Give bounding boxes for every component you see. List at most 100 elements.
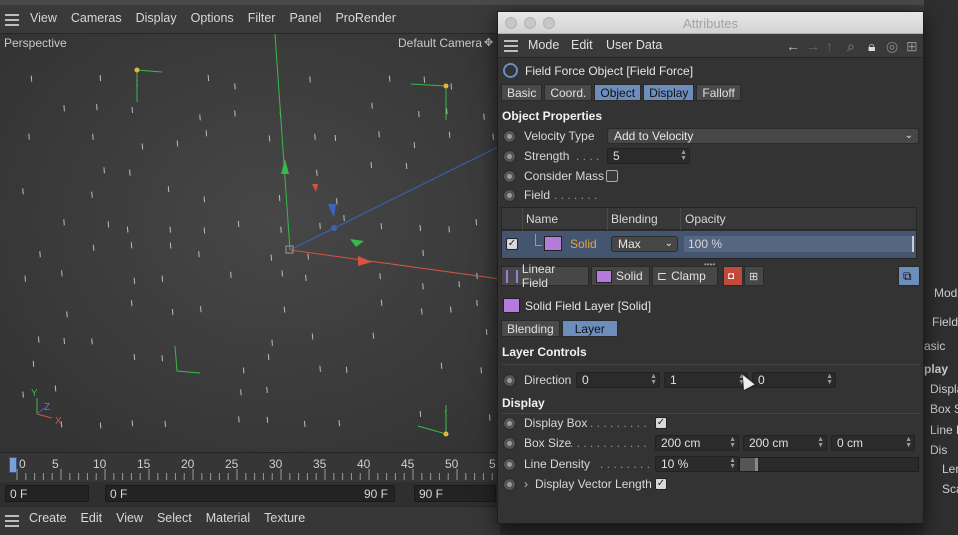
add-folder-button[interactable]: ⊞ xyxy=(744,266,764,286)
range-end-value: 90 F xyxy=(363,487,388,501)
field-enable-checkbox[interactable]: ✓ xyxy=(506,238,518,250)
animate-radio-icon[interactable] xyxy=(503,130,516,143)
direction-y-input[interactable]: 1 ▲ ▼ xyxy=(664,372,748,388)
linear-field-icon xyxy=(506,269,518,283)
menu-view[interactable]: View xyxy=(116,511,143,525)
menu-prorender[interactable]: ProRender xyxy=(335,11,395,25)
tab-layer[interactable]: Layer xyxy=(561,320,618,337)
column-name[interactable]: Name xyxy=(526,212,558,226)
tab-coord[interactable]: Coord. xyxy=(544,84,593,101)
animate-radio-icon[interactable] xyxy=(503,189,516,202)
viewport-menu: View Cameras Display Options Filter Pane… xyxy=(30,11,410,25)
camera-move-icon[interactable]: ✥ xyxy=(484,36,493,49)
menu-material[interactable]: Material xyxy=(206,511,250,525)
animate-radio-icon[interactable] xyxy=(503,417,516,430)
clamp-button[interactable]: ⊏ Clamp xyxy=(652,266,718,286)
target-icon[interactable]: ◎ xyxy=(886,38,898,55)
menu-select[interactable]: Select xyxy=(157,511,192,525)
tab-display[interactable]: Display xyxy=(643,84,695,101)
field-vector-line xyxy=(266,386,268,393)
animate-radio-icon[interactable] xyxy=(503,458,516,471)
field-vector-line xyxy=(283,306,286,313)
up-arrow-icon[interactable]: ↑ xyxy=(826,38,833,54)
field-row-solid[interactable]: ✓ Solid Max ⌄ 100 % xyxy=(502,231,916,258)
menu-mode[interactable]: Mode xyxy=(528,38,559,52)
menu-panel[interactable]: Panel xyxy=(289,11,321,25)
menu-options[interactable]: Options xyxy=(191,11,234,25)
new-panel-icon[interactable]: ⊞ xyxy=(906,38,918,55)
stepper-arrows-icon[interactable]: ▲ ▼ xyxy=(650,373,657,386)
field-vector-line xyxy=(133,354,136,361)
column-opacity[interactable]: Opacity xyxy=(685,212,726,226)
field-blending-dropdown[interactable]: Max ⌄ xyxy=(611,236,678,252)
menu-texture[interactable]: Texture xyxy=(264,511,305,525)
menu-filter[interactable]: Filter xyxy=(248,11,276,25)
back-arrow-icon[interactable]: ← xyxy=(786,38,800,54)
menu-create[interactable]: Create xyxy=(29,511,67,525)
field-vector-line xyxy=(230,271,232,278)
menu-cameras[interactable]: Cameras xyxy=(71,11,122,25)
box-size-y-value: 200 cm xyxy=(749,436,789,450)
direction-z-input[interactable]: 0 ▲ ▼ xyxy=(752,372,836,388)
menu-edit[interactable]: Edit xyxy=(81,511,103,525)
animate-radio-icon[interactable] xyxy=(503,374,516,387)
display-box-checkbox[interactable]: ✓ xyxy=(655,417,667,429)
direction-x-input[interactable]: 0 ▲ ▼ xyxy=(576,372,660,388)
menu-view[interactable]: View xyxy=(30,11,57,25)
field-vector-line xyxy=(96,104,98,111)
viewport-menu-icon[interactable] xyxy=(5,14,19,29)
menu-display[interactable]: Display xyxy=(136,11,177,25)
animate-radio-icon[interactable] xyxy=(503,437,516,450)
window-titlebar[interactable]: Attributes xyxy=(498,12,923,34)
consider-mass-checkbox[interactable] xyxy=(606,170,618,182)
field-vector-line xyxy=(305,274,307,281)
field-opacity-slider[interactable]: 100 % xyxy=(684,236,914,252)
pick-object-button[interactable]: ⧉ xyxy=(898,266,920,286)
box-size-x-input[interactable]: 200 cm ▲ ▼ xyxy=(655,435,739,451)
box-size-z-input[interactable]: 0 cm ▲ ▼ xyxy=(831,435,915,451)
current-frame-field[interactable]: 0 F xyxy=(5,485,89,502)
add-layer-button[interactable]: ◘ xyxy=(723,266,743,286)
solid-field-button[interactable]: Solid xyxy=(591,266,650,286)
animate-radio-icon[interactable] xyxy=(503,478,516,491)
tab-object[interactable]: Object xyxy=(594,84,642,101)
camera-name[interactable]: Default Camera xyxy=(398,36,482,50)
attributes-window: Attributes Mode Edit User Data ← → ↑ ⌕ 🔒… xyxy=(497,11,924,524)
range-start-value: 0 F xyxy=(110,487,128,501)
tab-basic[interactable]: Basic xyxy=(501,84,543,101)
strength-input[interactable]: 5 ▲ ▼ xyxy=(607,148,690,164)
box-size-y-input[interactable]: 200 cm ▲ ▼ xyxy=(743,435,827,451)
stepper-arrows-icon[interactable]: ▲ ▼ xyxy=(729,457,736,470)
menu-edit[interactable]: Edit xyxy=(571,38,593,52)
vector-length-checkbox[interactable]: ✓ xyxy=(655,478,667,490)
field-vector-line xyxy=(131,420,134,427)
tab-blending[interactable]: Blending xyxy=(501,320,560,337)
stepper-arrows-icon[interactable]: ▲ ▼ xyxy=(817,436,824,449)
line-density-slider[interactable] xyxy=(739,457,919,472)
linear-field-button[interactable]: Linear Field xyxy=(501,262,589,290)
stepper-arrows-icon[interactable]: ▲ ▼ xyxy=(729,436,736,449)
line-density-input[interactable]: 10 % ▲ ▼ xyxy=(655,456,739,472)
velocity-type-dropdown[interactable]: Add to Velocity ⌄ xyxy=(607,128,919,144)
field-vector-line xyxy=(169,226,171,233)
lock-icon[interactable]: 🔒︎ xyxy=(868,38,875,55)
animate-radio-icon[interactable] xyxy=(503,150,516,163)
field-vector-line xyxy=(61,270,63,277)
timeline-ruler[interactable]: 0 5 10 15 20 25 30 35 40 45 50 5 xyxy=(0,452,500,482)
stepper-arrows-icon[interactable]: ▲ ▼ xyxy=(905,436,912,449)
stepper-arrows-icon[interactable]: ▲ ▼ xyxy=(826,373,833,386)
stepper-arrows-icon[interactable]: ▲ ▼ xyxy=(680,149,687,162)
viewport[interactable]: Y Z X Perspective Default Camera ✥ xyxy=(0,34,500,452)
search-icon[interactable]: ⌕ xyxy=(847,38,855,55)
expand-arrow-icon[interactable]: › xyxy=(524,477,528,491)
forward-arrow-icon[interactable]: → xyxy=(806,38,820,54)
column-blending[interactable]: Blending xyxy=(611,212,658,226)
attributes-menu-icon[interactable] xyxy=(504,40,518,55)
tab-falloff[interactable]: Falloff xyxy=(696,84,741,101)
field-vector-line xyxy=(372,332,375,339)
animate-radio-icon[interactable] xyxy=(503,170,516,183)
frame-range-slider[interactable]: 0 F 90 F xyxy=(105,485,395,502)
menu-user-data[interactable]: User Data xyxy=(606,38,662,52)
max-frame-field[interactable]: 90 F xyxy=(414,485,496,502)
material-menu-icon[interactable] xyxy=(5,515,19,530)
